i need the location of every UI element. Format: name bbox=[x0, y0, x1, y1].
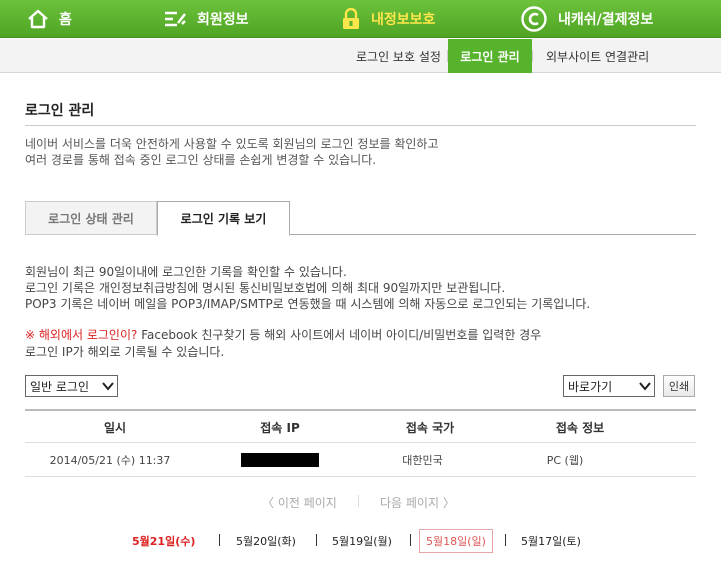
overseas-warning-label: ※ 해외에서 로그인이? bbox=[25, 328, 138, 342]
info-line1: 회원님이 최근 90일이내에 로그인한 기록을 확인할 수 있습니다. bbox=[25, 265, 347, 279]
row-country: 대한민국 bbox=[402, 454, 443, 467]
column-header-country: 접속 국가 bbox=[405, 420, 455, 435]
next-page-link[interactable]: 다음 페이지 〉 bbox=[380, 494, 455, 511]
page-title: 로그인 관리 bbox=[25, 103, 95, 119]
goto-value: 바로가기 bbox=[568, 379, 613, 394]
nav-home[interactable]: 홈 bbox=[27, 0, 72, 38]
lock-icon bbox=[343, 8, 359, 29]
history-table-header: 일시 접속 IP 접속 국가 접속 정보 bbox=[25, 409, 696, 443]
pager-divider bbox=[358, 495, 359, 507]
page-description-line2: 여러 경로를 통해 접속 중인 로그인 상태를 손쉽게 변경할 수 있습니다. bbox=[25, 153, 377, 167]
day-divider bbox=[505, 534, 506, 546]
info-line3: POP3 기록은 네이버 메일을 POP3/IMAP/SMTP로 연동했을 때 … bbox=[25, 297, 591, 311]
column-header-datetime: 일시 bbox=[103, 420, 127, 435]
home-icon bbox=[28, 9, 48, 29]
day-divider bbox=[316, 534, 317, 546]
day-link-may19[interactable]: 5월19일(월) bbox=[332, 533, 392, 549]
tab-login-status[interactable]: 로그인 상태 관리 bbox=[25, 201, 157, 235]
subnav-login-management[interactable]: 로그인 관리 bbox=[448, 39, 532, 73]
day-link-may20[interactable]: 5월20일(화) bbox=[236, 533, 296, 549]
nav-cash-payment-label: 내캐쉬/결제정보 bbox=[558, 12, 654, 28]
day-link-may21[interactable]: 5월21일(수) bbox=[132, 533, 195, 549]
day-divider bbox=[410, 534, 411, 546]
row-client: PC (웹) bbox=[546, 454, 584, 467]
chevron-down-icon bbox=[639, 382, 651, 391]
print-button[interactable]: 인쇄 bbox=[663, 375, 695, 397]
goto-date-select[interactable]: 바로가기 bbox=[563, 375, 655, 397]
subnav-external-sites[interactable]: 외부사이트 연결관리 bbox=[546, 39, 649, 73]
tab-login-history[interactable]: 로그인 기록 보기 bbox=[157, 201, 290, 236]
page-description-line1: 네이버 서비스를 더욱 안전하게 사용할 수 있도록 회원님의 로그인 정보를 … bbox=[25, 137, 439, 151]
prev-page-link[interactable]: 〈 이전 페이지 bbox=[262, 494, 337, 511]
table-row: 2014/05/21 (수) 11:37 대한민국 PC (웹) bbox=[25, 443, 696, 477]
sub-navigation: 로그인 보호 설정 로그인 관리 외부사이트 연결관리 bbox=[0, 39, 721, 73]
nav-my-security[interactable]: 내정보보호 bbox=[341, 0, 435, 38]
tab-baseline bbox=[290, 234, 696, 235]
cash-coin-icon bbox=[521, 6, 547, 32]
nav-home-label: 홈 bbox=[59, 12, 72, 28]
nav-cash-payment[interactable]: 내캐쉬/결제정보 bbox=[520, 0, 653, 38]
day-link-may17[interactable]: 5월17일(토) bbox=[521, 533, 581, 549]
subnav-divider bbox=[532, 50, 533, 62]
overseas-warning-line2: 로그인 IP가 해외로 기록될 수 있습니다. bbox=[25, 345, 225, 359]
login-type-value: 일반 로그인 bbox=[30, 379, 90, 394]
subnav-login-protection[interactable]: 로그인 보호 설정 bbox=[356, 39, 441, 73]
row-ip bbox=[205, 443, 355, 477]
member-card-icon bbox=[165, 11, 186, 27]
nav-my-security-label: 내정보보호 bbox=[371, 12, 436, 28]
title-divider bbox=[25, 125, 696, 126]
day-link-may18[interactable]: 5월18일(일) bbox=[419, 529, 493, 553]
top-navigation: 홈 회원정보 내정보보호 내캐쉬/결제정보 bbox=[0, 0, 721, 38]
redacted-ip-block bbox=[241, 453, 319, 467]
nav-member-info[interactable]: 회원정보 bbox=[163, 0, 249, 38]
nav-member-info-label: 회원정보 bbox=[197, 12, 249, 28]
column-header-client: 접속 정보 bbox=[555, 420, 605, 435]
day-divider bbox=[219, 534, 220, 546]
info-line2: 로그인 기록은 개인정보취급방침에 명시된 통신비밀보호법에 의해 최대 90일… bbox=[25, 281, 506, 295]
overseas-warning-text: Facebook 친구찾기 등 해외 사이트에서 네이버 아이디/비밀번호를 입… bbox=[137, 328, 542, 342]
chevron-down-icon bbox=[102, 382, 114, 391]
login-type-select[interactable]: 일반 로그인 bbox=[25, 375, 118, 397]
column-header-ip: 접속 IP bbox=[260, 420, 300, 435]
row-datetime: 2014/05/21 (수) 11:37 bbox=[49, 454, 171, 467]
overseas-login-notice: ※ 해외에서 로그인이? Facebook 친구찾기 등 해외 사이트에서 네이… bbox=[25, 326, 541, 343]
